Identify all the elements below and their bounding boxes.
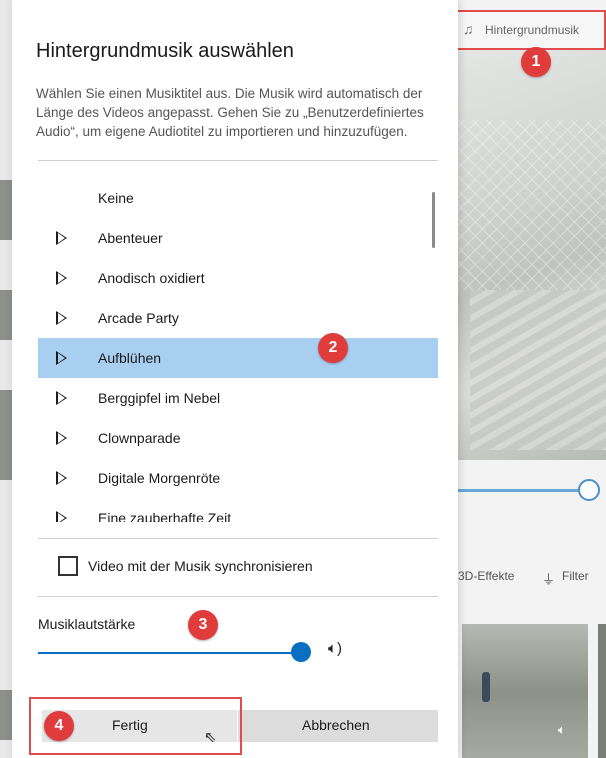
background-music-label: Hintergrundmusik	[485, 23, 580, 37]
filter-icon[interactable]: ⏚	[542, 569, 555, 588]
track-name: Abenteuer	[98, 230, 163, 246]
divider	[38, 538, 438, 539]
sync-option[interactable]: Video mit der Musik synchronisieren	[58, 556, 438, 578]
volume-slider-thumb[interactable]	[291, 642, 311, 662]
background-left-strip	[0, 0, 12, 758]
track-item[interactable]: Eine zauberhafte Zeit	[38, 498, 438, 522]
sync-label: Video mit der Musik synchronisieren	[88, 558, 313, 574]
track-item[interactable]: Arcade Party	[38, 298, 438, 338]
clip-person	[482, 672, 490, 702]
cancel-button[interactable]: Abbrechen	[238, 710, 438, 742]
play-icon[interactable]	[56, 231, 67, 245]
dialog-description: Wählen Sie einen Musiktitel aus. Die Mus…	[36, 86, 424, 139]
callout-badge-1: 1	[521, 47, 551, 77]
play-icon[interactable]	[56, 431, 67, 445]
speaker-icon: 🔈︎)	[328, 640, 342, 657]
timeline-track[interactable]	[458, 489, 588, 492]
timeline-playhead[interactable]	[578, 479, 600, 501]
track-name: Arcade Party	[98, 310, 179, 326]
track-item[interactable]: Abenteuer	[38, 218, 438, 258]
storyboard-clip[interactable]: 🔈︎	[462, 624, 588, 758]
track-item[interactable]: Berggipfel im Nebel	[38, 378, 438, 418]
music-dialog: Hintergrundmusik auswählen Wählen Sie ei…	[12, 0, 458, 758]
thumbnail-strip	[0, 290, 12, 340]
track-name: Anodisch oxidiert	[98, 270, 205, 286]
sync-checkbox[interactable]	[58, 556, 78, 576]
track-name: Keine	[98, 190, 134, 206]
thumbnail-strip	[0, 690, 12, 740]
volume-slider-track[interactable]	[38, 652, 310, 654]
cancel-label: Abbrechen	[302, 717, 370, 733]
play-icon[interactable]	[56, 271, 67, 285]
list-scrollbar[interactable]	[432, 192, 435, 248]
play-icon[interactable]	[56, 511, 67, 522]
filter-button[interactable]: Filter	[562, 569, 589, 583]
divider	[38, 160, 438, 161]
dialog-title: Hintergrundmusik auswählen	[36, 40, 294, 62]
track-name: Digitale Morgenröte	[98, 470, 221, 486]
track-name: Eine zauberhafte Zeit	[98, 510, 232, 522]
callout-badge-2: 2	[318, 333, 348, 363]
callout-badge-3: 3	[188, 610, 218, 640]
play-icon[interactable]	[56, 351, 67, 365]
track-item[interactable]: Keine	[38, 178, 438, 218]
play-icon[interactable]	[56, 471, 67, 485]
track-name: Aufblühen	[98, 350, 162, 366]
track-item-selected[interactable]: Aufblühen	[38, 338, 438, 378]
music-note-icon: ♫	[463, 21, 474, 37]
3d-effects-button[interactable]: 3D-Effekte	[458, 569, 514, 583]
track-name: Clownparade	[98, 430, 181, 446]
speaker-icon: 🔈︎	[558, 722, 566, 737]
track-name: Berggipfel im Nebel	[98, 390, 221, 406]
storyboard-clip[interactable]	[598, 624, 606, 758]
track-item[interactable]: Digitale Morgenröte	[38, 458, 438, 498]
track-item[interactable]: Anodisch oxidiert	[38, 258, 438, 298]
play-icon[interactable]	[56, 311, 67, 325]
effects-toolbar: 3D-Effekte ⏚ Filter	[458, 566, 606, 588]
preview-dim-overlay	[458, 40, 606, 460]
track-item[interactable]: Clownparade	[38, 418, 438, 458]
thumbnail-strip	[0, 390, 12, 480]
track-list[interactable]: Keine Abenteuer Anodisch oxidiert Arcade…	[38, 178, 438, 522]
play-icon[interactable]	[56, 391, 67, 405]
divider	[38, 596, 438, 597]
thumbnail-strip	[0, 180, 12, 240]
background-music-button[interactable]: ♫ Hintergrundmusik	[449, 10, 606, 50]
callout-badge-4: 4	[44, 711, 74, 741]
volume-label: Musiklautstärke	[38, 616, 136, 632]
